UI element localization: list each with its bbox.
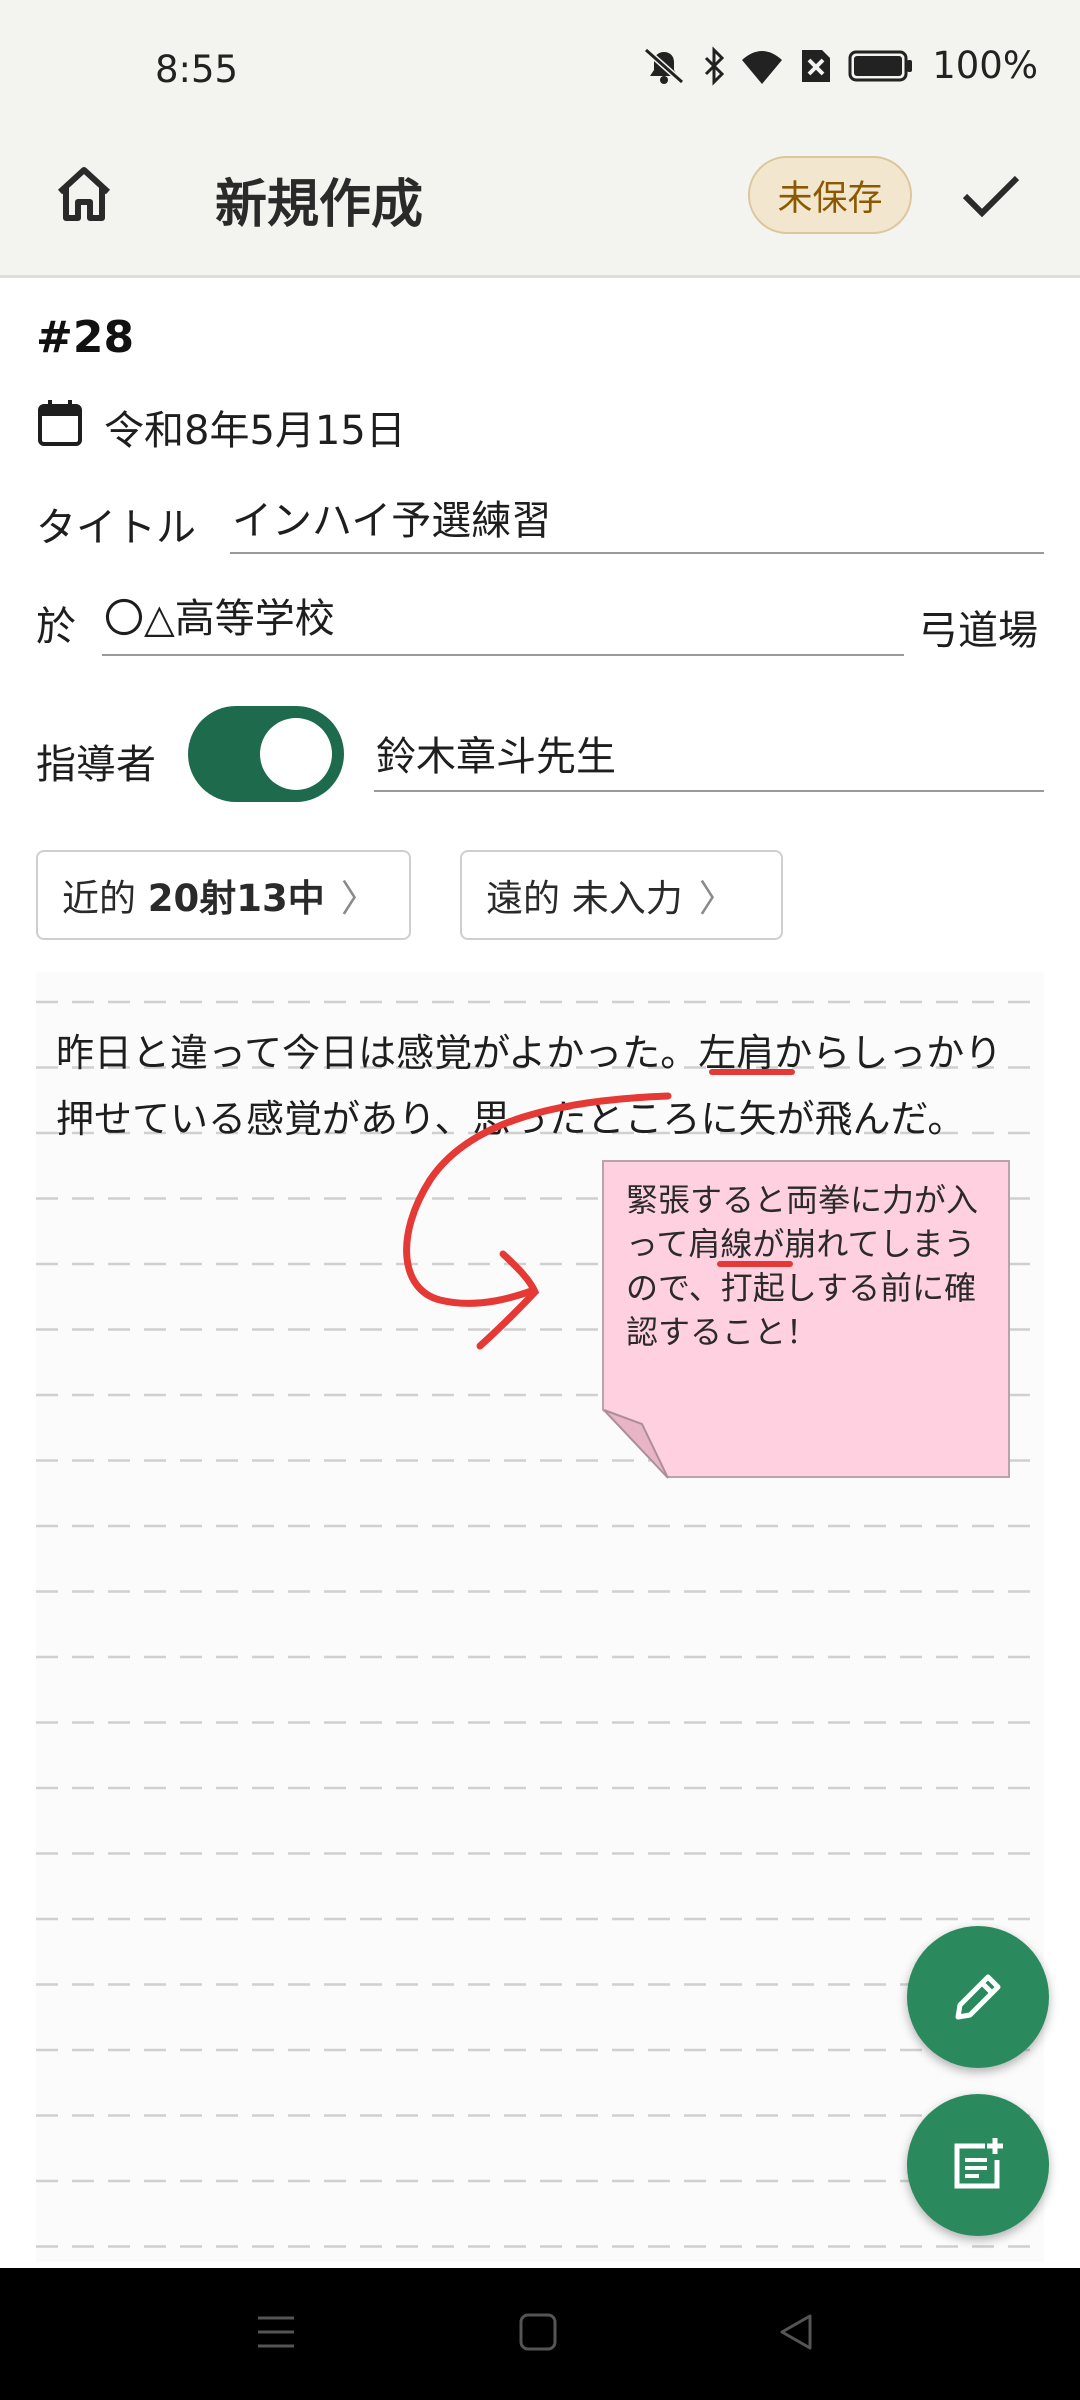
chevron-right-icon: 〉 [340,877,378,920]
home-icon[interactable] [50,160,118,228]
title-label: タイトル [36,505,196,551]
note-text-3: 押せている感覚があり、思ったところに矢が飛んだ。 [56,1097,966,1141]
instructor-toggle[interactable] [188,706,344,802]
note-body[interactable]: 昨日と違って今日は感覚がよかった。左肩からしっかり 押せている感覚があり、思った… [56,1020,1036,1152]
far-value: 未入力 [571,877,683,920]
instructor-underline [374,790,1044,792]
record-number: #28 [36,312,135,363]
calendar-icon[interactable] [36,398,84,448]
system-nav-bar [0,2268,1080,2400]
note-highlight: 左肩 [698,1031,775,1075]
bluetooth-icon [705,45,725,86]
place-suffix: 弓道場 [918,608,1038,654]
pencil-icon [955,1974,1001,2020]
near-label: 近的 [62,877,136,920]
title-input[interactable]: インハイ予選練習 [232,488,551,546]
instructor-label: 指導者 [36,742,156,788]
add-note-icon [954,2138,1003,2189]
mute-icon [644,47,685,84]
status-time: 8:55 [155,48,239,91]
home-square-icon[interactable] [516,2310,560,2354]
sticky-fold [603,1409,669,1479]
note-text-1: 昨日と違って今日は感覚がよかった。 [56,1031,699,1075]
back-icon[interactable] [774,2310,818,2354]
far-target-chip[interactable]: 遠的 未入力 〉 [460,850,783,940]
top-bar [0,0,1080,278]
place-underline [102,654,904,656]
place-input[interactable]: 〇△高等学校 [104,586,335,644]
status-icons: 100% [640,44,1038,87]
far-label: 遠的 [486,877,560,920]
wifi-icon [742,50,783,84]
menu-icon[interactable] [254,2310,298,2354]
edit-fab-button[interactable] [907,1926,1049,2068]
check-icon[interactable] [955,160,1025,230]
note-text-2: からしっかり [774,1031,1003,1075]
unsaved-badge: 未保存 [748,156,912,234]
battery-percent: 100% [932,44,1038,87]
sticky-note-text: 緊張すると両拳に力が入って肩線が崩れてしまうので、打起しする前に確認すること！ [626,1178,996,1354]
chevron-right-icon: 〉 [698,877,736,920]
title-underline [230,552,1044,554]
instructor-input[interactable]: 鈴木章斗先生 [376,724,616,782]
sticky-highlight: 肩線 [688,1225,753,1263]
date-field[interactable]: 令和8年5月15日 [104,398,406,456]
no-sim-icon [802,49,831,82]
near-value: 20射13中 [147,877,325,920]
page-title: 新規作成 [215,175,424,235]
add-note-fab-button[interactable] [907,2094,1049,2236]
battery-icon [848,50,913,81]
near-target-chip[interactable]: 近的 20射13中 〉 [36,850,411,940]
screen: 8:55 100% 新規作成 未保存 #28 令和8年5月15日 タイトル イン… [0,0,1080,2400]
toggle-knob [260,718,332,790]
place-prefix: 於 [36,604,76,650]
